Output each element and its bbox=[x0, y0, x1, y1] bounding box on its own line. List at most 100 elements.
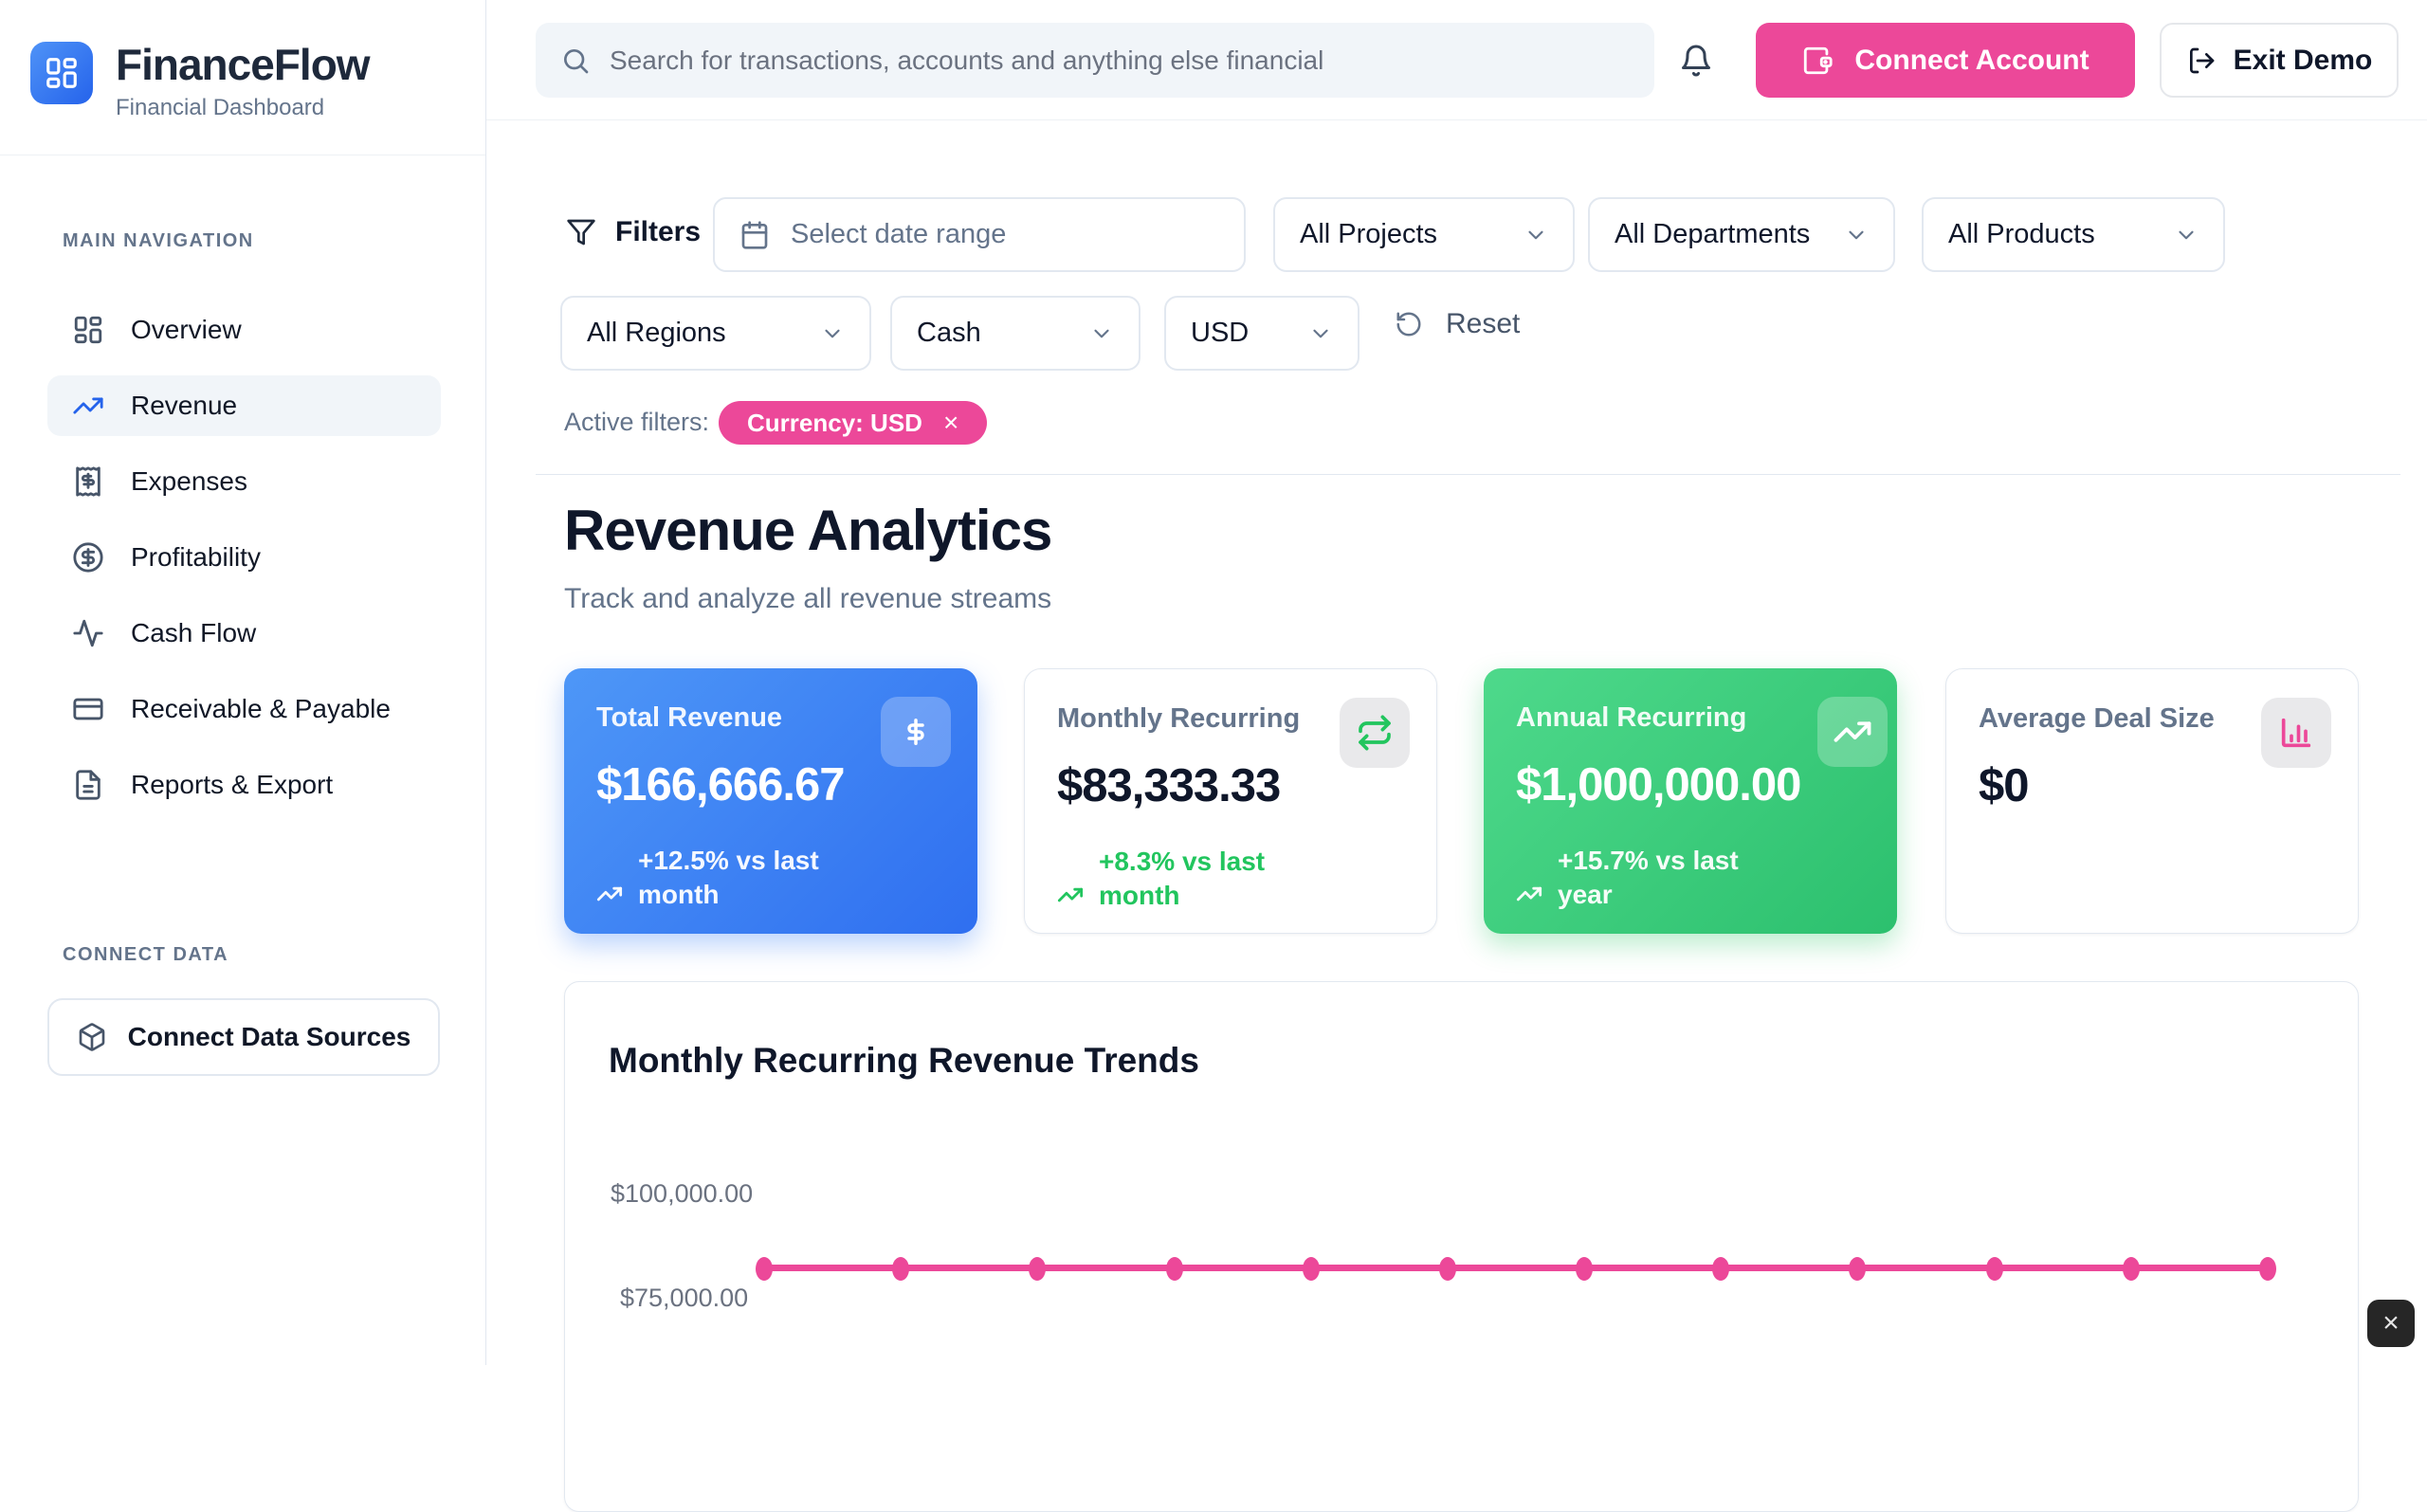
activity-icon bbox=[72, 617, 104, 649]
app-logo-grid-icon bbox=[30, 42, 93, 104]
chart-data-point bbox=[892, 1257, 909, 1281]
connect-account-button[interactable]: Connect Account bbox=[1756, 23, 2135, 98]
bell-icon bbox=[1679, 44, 1713, 78]
stat-card-total-revenue: Total Revenue $166,666.67 +12.5% vs last… bbox=[564, 668, 977, 934]
section-divider bbox=[536, 474, 2400, 475]
sidebar: FinanceFlow Financial Dashboard MAIN NAV… bbox=[0, 0, 486, 1365]
sidebar-item-label: Expenses bbox=[131, 466, 247, 497]
regions-dropdown[interactable]: All Regions bbox=[560, 296, 871, 371]
stat-change-label: +15.7% vs last year bbox=[1558, 844, 1800, 913]
date-range-input[interactable]: Select date range bbox=[713, 197, 1246, 272]
stat-card-monthly-recurring: Monthly Recurring $83,333.33 +8.3% vs la… bbox=[1024, 668, 1437, 934]
chevron-down-icon bbox=[1844, 223, 1869, 247]
chart-data-point bbox=[1986, 1257, 2003, 1281]
sidebar-item-expenses[interactable]: Expenses bbox=[47, 451, 441, 512]
stat-card-average-deal-size: Average Deal Size $0 bbox=[1945, 668, 2359, 934]
trending-up-icon bbox=[596, 881, 623, 907]
app-subtitle: Financial Dashboard bbox=[116, 95, 370, 121]
sidebar-item-profitability[interactable]: Profitability bbox=[47, 527, 441, 588]
connect-data-sources-button[interactable]: Connect Data Sources bbox=[47, 998, 440, 1076]
search-input[interactable] bbox=[610, 46, 1630, 76]
chart-plot bbox=[565, 982, 2358, 1511]
stat-label: Annual Recurring bbox=[1516, 702, 1865, 734]
app-logo: FinanceFlow Financial Dashboard bbox=[30, 42, 370, 121]
chevron-down-icon bbox=[1089, 321, 1114, 346]
sidebar-item-receivable-payable[interactable]: Receivable & Payable bbox=[47, 679, 441, 739]
stat-value: $1,000,000.00 bbox=[1516, 758, 1865, 811]
chip-label: Currency: USD bbox=[747, 409, 922, 438]
connect-data-sources-label: Connect Data Sources bbox=[128, 1022, 411, 1052]
currency-dropdown-value: USD bbox=[1191, 318, 1249, 349]
cash-type-dropdown-value: Cash bbox=[917, 318, 981, 349]
chart-data-point bbox=[1439, 1257, 1456, 1281]
connect-account-label: Connect Account bbox=[1854, 45, 2089, 77]
departments-dropdown[interactable]: All Departments bbox=[1588, 197, 1895, 272]
stat-change: +8.3% vs last month bbox=[1057, 845, 1341, 914]
chart-line-series bbox=[764, 1265, 2268, 1271]
filters-title-label: Filters bbox=[615, 216, 701, 248]
main-content: Filters Select date range All Projects A… bbox=[486, 120, 2427, 1365]
filter-funnel-icon bbox=[566, 217, 596, 247]
sidebar-item-label: Overview bbox=[131, 315, 242, 345]
search-icon bbox=[560, 46, 591, 76]
chart-data-point bbox=[1029, 1257, 1046, 1281]
page-subtitle: Track and analyze all revenue streams bbox=[564, 583, 1051, 615]
stat-card-annual-recurring: Annual Recurring $1,000,000.00 +15.7% vs… bbox=[1484, 668, 1897, 934]
reset-filters-button[interactable]: Reset bbox=[1395, 308, 1520, 340]
cash-type-dropdown[interactable]: Cash bbox=[890, 296, 1141, 371]
sidebar-item-label: Reports & Export bbox=[131, 770, 333, 800]
dollar-icon bbox=[881, 697, 951, 767]
chart-data-point bbox=[1712, 1257, 1729, 1281]
close-overlay-button[interactable]: × bbox=[2367, 1300, 2415, 1347]
chip-remove-icon[interactable]: × bbox=[943, 408, 958, 438]
active-filters-label: Active filters: bbox=[564, 408, 709, 437]
stat-change-label: +8.3% vs last month bbox=[1099, 845, 1341, 914]
notifications-button[interactable] bbox=[1679, 38, 1724, 83]
chart-data-point bbox=[1166, 1257, 1183, 1281]
exit-demo-label: Exit Demo bbox=[2234, 45, 2373, 77]
chevron-down-icon bbox=[1308, 321, 1333, 346]
receipt-icon bbox=[72, 465, 104, 498]
projects-dropdown[interactable]: All Projects bbox=[1273, 197, 1575, 272]
file-text-icon bbox=[72, 769, 104, 801]
trending-up-icon bbox=[1516, 881, 1542, 907]
stat-change: +15.7% vs last year bbox=[1516, 844, 1800, 913]
chart-data-point bbox=[756, 1257, 773, 1281]
chevron-down-icon bbox=[2174, 223, 2199, 247]
sidebar-item-cash-flow[interactable]: Cash Flow bbox=[47, 603, 441, 664]
sidebar-item-reports-export[interactable]: Reports & Export bbox=[47, 755, 441, 815]
chevron-down-icon bbox=[820, 321, 845, 346]
stat-change-label: +12.5% vs last month bbox=[638, 844, 881, 913]
currency-dropdown[interactable]: USD bbox=[1164, 296, 1359, 371]
filters-title: Filters bbox=[566, 216, 701, 248]
sidebar-item-label: Cash Flow bbox=[131, 618, 256, 648]
calendar-icon bbox=[739, 220, 770, 250]
stat-change: +12.5% vs last month bbox=[596, 844, 881, 913]
products-dropdown[interactable]: All Products bbox=[1922, 197, 2225, 272]
credit-card-icon bbox=[72, 693, 104, 725]
repeat-icon bbox=[1340, 698, 1410, 768]
exit-demo-button[interactable]: Exit Demo bbox=[2160, 23, 2399, 98]
header: Connect Account Exit Demo bbox=[486, 0, 2427, 120]
chart-data-point bbox=[1576, 1257, 1593, 1281]
close-icon: × bbox=[2382, 1307, 2400, 1339]
projects-dropdown-value: All Projects bbox=[1300, 219, 1437, 250]
sidebar-item-overview[interactable]: Overview bbox=[47, 300, 441, 360]
sidebar-item-label: Revenue bbox=[131, 391, 237, 421]
sidebar-item-revenue[interactable]: Revenue bbox=[47, 375, 441, 436]
app-title: FinanceFlow bbox=[116, 42, 370, 87]
page-title: Revenue Analytics bbox=[564, 498, 1051, 563]
search-box[interactable] bbox=[536, 23, 1654, 98]
connect-data-label: CONNECT DATA bbox=[63, 944, 228, 966]
chart-data-point bbox=[1849, 1257, 1866, 1281]
chart-data-point bbox=[2259, 1257, 2276, 1281]
rotate-ccw-icon bbox=[1395, 310, 1423, 338]
dollar-circle-icon bbox=[72, 541, 104, 574]
trending-up-icon bbox=[1817, 697, 1888, 767]
sidebar-item-label: Receivable & Payable bbox=[131, 694, 391, 724]
regions-dropdown-value: All Regions bbox=[587, 318, 726, 349]
active-filter-chip-currency[interactable]: Currency: USD × bbox=[719, 401, 987, 445]
chart-data-point bbox=[1303, 1257, 1320, 1281]
wallet-icon bbox=[1801, 45, 1834, 77]
mrr-trends-chart-card: Monthly Recurring Revenue Trends $100,00… bbox=[564, 981, 2359, 1512]
